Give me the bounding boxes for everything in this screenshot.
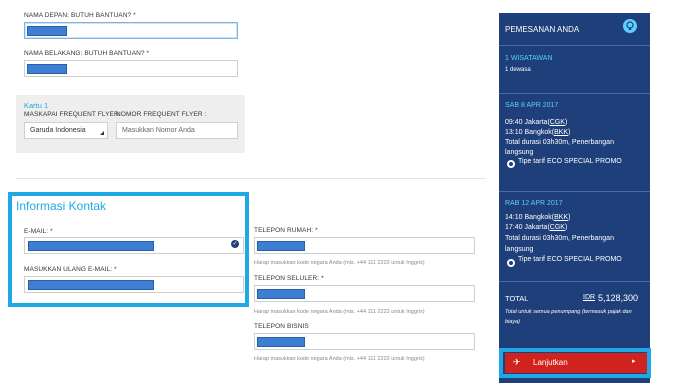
redacted-business-phone bbox=[257, 337, 305, 347]
fare-type-icon bbox=[507, 160, 515, 168]
airline-label: MASKAPAI FREQUENT FLYER: bbox=[24, 111, 121, 118]
continue-button[interactable]: ✈ Lanjutkan ▸ bbox=[505, 353, 647, 373]
home-phone-hint: Harap masukkan kode negara Anda (mis. +4… bbox=[254, 260, 425, 266]
redacted-email-confirm bbox=[28, 280, 154, 290]
check-circle-icon: ✓ bbox=[231, 240, 239, 248]
return-fare: Tipe tarif ECO SPECIAL PROMO bbox=[518, 256, 622, 263]
total-label: TOTAL bbox=[505, 294, 529, 303]
chevron-right-icon: ▸ bbox=[632, 358, 636, 365]
outbound-fare: Tipe tarif ECO SPECIAL PROMO bbox=[518, 158, 622, 165]
total-currency: IDR bbox=[583, 294, 596, 301]
redacted-home-phone bbox=[257, 241, 305, 251]
card-title: Kartu 1 bbox=[24, 101, 49, 110]
booking-summary-panel: PEMESANAN ANDA 1 WISATAWAN 1 dewasa SAB … bbox=[499, 13, 650, 383]
frequent-flyer-card: Kartu 1 MASKAPAI FREQUENT FLYER: NOMOR F… bbox=[16, 95, 245, 153]
section-divider bbox=[16, 178, 486, 179]
ff-number-input[interactable]: Masukkan Nomor Anda bbox=[116, 122, 238, 139]
mobile-phone-label: TELEPON SELULER: * bbox=[254, 275, 324, 282]
redacted-first-name bbox=[27, 26, 67, 36]
outbound-date: SAB 8 APR 2017 bbox=[505, 102, 559, 109]
traveler-detail: 1 dewasa bbox=[505, 67, 531, 73]
airplane-icon: ✈ bbox=[513, 357, 521, 367]
total-amount: 5,128,300 bbox=[598, 293, 639, 303]
contact-title: Informasi Kontak bbox=[16, 199, 107, 213]
ff-number-label: NOMOR FREQUENT FLYER : bbox=[116, 111, 207, 118]
business-phone-hint: Harap masukkan kode negara Anda (mis. +4… bbox=[254, 356, 425, 362]
home-phone-label: TELEPON RUMAH: * bbox=[254, 227, 318, 234]
last-name-label: NAMA BELAKANG: BUTUH BANTUAN? * bbox=[24, 50, 150, 57]
email-label: E-MAIL: * bbox=[24, 228, 53, 235]
dropdown-caret-icon bbox=[100, 131, 104, 135]
outbound-arrival: 13:10 Bangkok(BKK) bbox=[505, 129, 571, 136]
total-note: Total untuk semua penumpang (termasuk pa… bbox=[505, 309, 632, 315]
total-note-cont: biaya) bbox=[505, 319, 520, 325]
business-phone-label: TELEPON BISNIS bbox=[254, 323, 309, 330]
outbound-departure: 09:40 Jakarta(CGK) bbox=[505, 119, 568, 126]
outbound-duration: Total durasi 03h30m, Penerbangan bbox=[505, 139, 614, 146]
return-departure: 14:10 Bangkok(BKK) bbox=[505, 214, 571, 221]
return-date: RAB 12 APR 2017 bbox=[505, 200, 563, 207]
traveler-count: 1 WISATAWAN bbox=[505, 55, 553, 62]
outbound-duration-cont: langsung bbox=[505, 149, 534, 156]
airline-select[interactable]: Garuda Indonesia bbox=[24, 122, 108, 139]
airline-select-value: Garuda Indonesia bbox=[30, 127, 86, 134]
redacted-last-name bbox=[27, 64, 67, 74]
return-duration-cont: langsung bbox=[505, 246, 534, 253]
return-arrival: 17:40 Jakarta(CGK) bbox=[505, 224, 568, 231]
first-name-label: NAMA DEPAN: BUTUH BANTUAN? * bbox=[24, 12, 136, 19]
booking-title: PEMESANAN ANDA bbox=[505, 25, 580, 34]
fare-type-icon bbox=[507, 259, 515, 267]
mobile-phone-hint: Harap masukkan kode negara Anda (mis. +4… bbox=[254, 309, 425, 315]
email-confirm-label: MASUKKAN ULANG E-MAIL: * bbox=[24, 266, 117, 273]
redacted-mobile-phone bbox=[257, 289, 305, 299]
continue-label: Lanjutkan bbox=[533, 358, 568, 367]
return-duration: Total durasi 03h30m, Penerbangan bbox=[505, 235, 614, 242]
redacted-email bbox=[28, 241, 154, 251]
lightbulb-icon[interactable] bbox=[623, 19, 637, 33]
